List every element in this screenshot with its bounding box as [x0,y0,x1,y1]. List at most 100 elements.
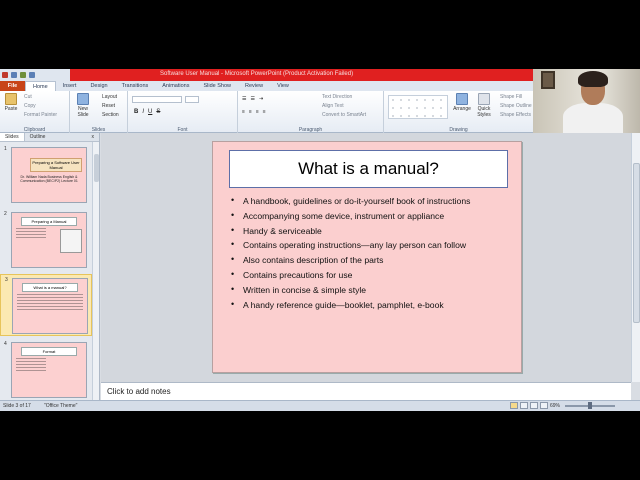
numbering-icon[interactable]: ☰ [250,96,254,102]
layout-button[interactable]: Layout [102,94,117,100]
tab-outline[interactable]: Outline [25,133,51,141]
strikethrough-button[interactable]: S [156,109,160,115]
slide-number: 2 [4,211,7,217]
bold-button[interactable]: B [134,109,138,115]
editor-scrollbar[interactable] [631,133,640,382]
slide-editor: What is a manual? A handbook, guidelines… [101,133,631,382]
italic-button[interactable]: I [142,109,144,115]
redo-icon[interactable] [29,72,35,78]
thumbnail-line [17,294,83,295]
thumbnail-line [16,364,46,365]
scrollbar-thumb[interactable] [633,163,640,323]
section-button[interactable]: Section [102,112,119,118]
window-title: Software User Manual - Microsoft PowerPo… [160,71,354,77]
zoom-level[interactable]: 69% [550,403,560,409]
slideshow-icon[interactable] [540,402,548,409]
new-slide-button[interactable]: New Slide [74,93,92,118]
bullet-item: Written in concise & simple style [229,284,519,300]
paste-button[interactable]: Paste [3,93,19,113]
tab-animations[interactable]: Animations [155,81,196,91]
convert-smartart-button[interactable]: Convert to SmartArt [322,112,366,118]
notes-pane[interactable]: Click to add notes [101,382,631,400]
thumbnail-title: Format [21,347,77,356]
thumbnail-image: Format [11,342,87,398]
tab-slides[interactable]: Slides [0,133,25,141]
slide-number: 1 [4,146,7,152]
arrange-button[interactable]: Arrange [452,93,472,113]
reading-view-icon[interactable] [530,402,538,409]
normal-view-icon[interactable] [510,402,518,409]
tab-design[interactable]: Design [83,81,114,91]
app-icon[interactable] [2,72,8,78]
thumbnail-line [16,231,46,232]
text-direction-button[interactable]: Text Direction [322,94,352,100]
webcam-overlay [533,69,640,133]
slide-sorter-icon[interactable] [520,402,528,409]
reset-button[interactable]: Reset [102,103,115,109]
font-group: B I U S Font [128,91,238,133]
tab-transitions[interactable]: Transitions [115,81,156,91]
thumbnail-image: Preparing a Software User Manual Dr. Wil… [11,147,87,203]
thumbnail-line [16,358,46,359]
wall-picture [541,71,555,89]
view-buttons [510,402,548,409]
theme-name: "Office Theme" [44,403,78,409]
shape-outline-button[interactable]: Shape Outline [500,103,532,109]
undo-icon[interactable] [20,72,26,78]
thumbnail-line [16,237,46,238]
shapes-gallery[interactable] [388,95,448,119]
shape-effects-button[interactable]: Shape Effects [500,112,531,118]
thumbnail-line [16,367,46,368]
underline-button[interactable]: U [148,109,152,115]
quick-styles-button[interactable]: Quick Styles [474,93,494,118]
slides-pane-scrollbar[interactable] [92,142,99,400]
cut-button[interactable]: Cut [24,94,32,100]
bullet-item: Accompanying some device, instrument or … [229,210,519,226]
slide-thumbnail-3[interactable]: 3 What is a manual? [0,274,92,336]
bullet-item: Contains operating instructions—any lay … [229,239,519,255]
powerpoint-window: Software User Manual - Microsoft PowerPo… [0,69,640,411]
close-pane-icon[interactable]: x [87,133,100,141]
quick-styles-icon [478,93,490,105]
clipboard-icon [5,93,17,105]
paragraph-group: ☰ ☰ ⇥ ≡ ≡ ≡ ≡ Text Direction Align Text … [238,91,384,133]
tab-view[interactable]: View [270,81,296,91]
save-icon[interactable] [11,72,17,78]
font-size-field[interactable] [185,96,199,103]
thumbnail-image: Preparing a Manual [11,212,87,268]
align-center-icon[interactable]: ≡ [249,109,252,115]
ribbon-tabs: File Home Insert Design Transitions Anim… [0,81,533,91]
slides-pane: Slides Outline x 1 Preparing a Software … [0,133,100,400]
slide-title[interactable]: What is a manual? [229,150,508,188]
align-text-button[interactable]: Align Text [322,103,344,109]
indent-icon[interactable]: ⇥ [259,96,263,102]
copy-button[interactable]: Copy [24,103,36,109]
align-right-icon[interactable]: ≡ [256,109,259,115]
shape-fill-button[interactable]: Shape Fill [500,94,522,100]
tab-review[interactable]: Review [238,81,270,91]
zoom-slider-knob[interactable] [588,402,592,409]
quick-access-toolbar [0,69,70,81]
tab-home[interactable]: Home [25,81,56,91]
bullet-item: Handy & serviceable [229,225,519,241]
tab-insert[interactable]: Insert [56,81,84,91]
slide-thumbnail-4[interactable]: 4 Format [0,339,92,401]
scrollbar-thumb[interactable] [94,154,99,182]
bullet-item: A handy reference guide—booklet, pamphle… [229,299,519,315]
font-name-field[interactable] [132,96,182,103]
tab-file[interactable]: File [0,81,25,91]
thumbnail-line [17,300,83,301]
thumbnail-line [16,361,46,362]
current-slide[interactable]: What is a manual? A handbook, guidelines… [212,141,522,373]
slide-thumbnail-1[interactable]: 1 Preparing a Software User Manual Dr. W… [0,144,92,206]
thumbnail-line [17,306,83,307]
format-painter-button[interactable]: Format Painter [24,112,57,118]
tab-slide-show[interactable]: Slide Show [196,81,238,91]
align-left-icon[interactable]: ≡ [242,109,245,115]
presenter-shirt [563,103,623,133]
bullets-icon[interactable]: ☰ [242,96,246,102]
clipboard-group: Paste Cut Copy Format Painter Clipboard [0,91,70,133]
slide-bullet-list[interactable]: A handbook, guidelines or do-it-yourself… [229,195,519,315]
justify-icon[interactable]: ≡ [263,109,266,115]
slide-thumbnail-2[interactable]: 2 Preparing a Manual [0,209,92,271]
